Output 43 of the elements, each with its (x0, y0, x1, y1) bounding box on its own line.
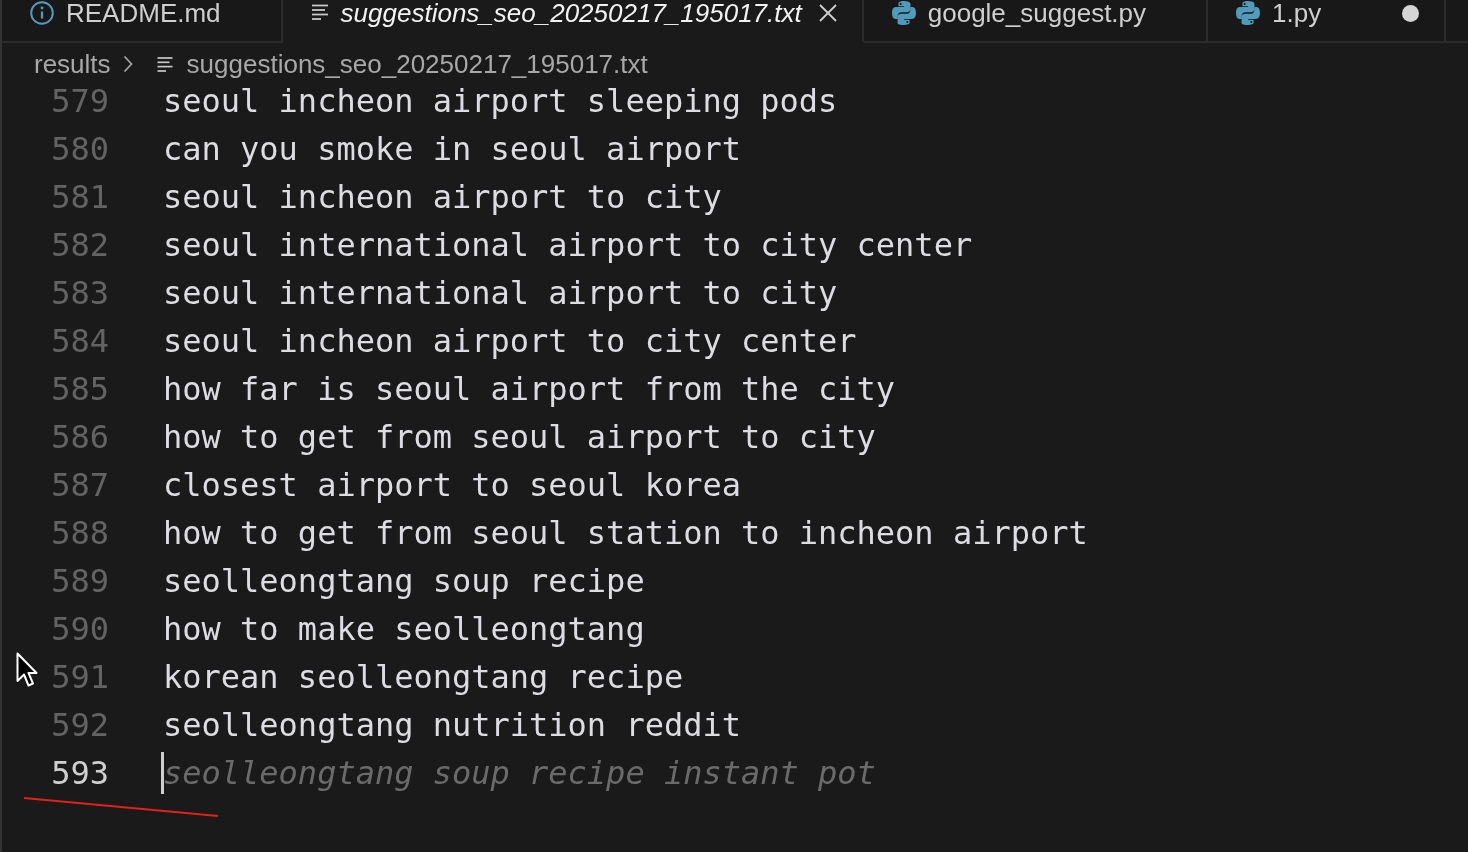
line-number: 591 (51, 658, 109, 696)
code-line: closest airport to seoul korea (163, 466, 741, 504)
code-line: seoul international airport to city center (163, 226, 973, 264)
close-icon[interactable] (818, 4, 837, 22)
line-number: 581 (51, 178, 109, 216)
python-icon (1236, 1, 1261, 25)
editor-tab[interactable]: google_suggest.py (863, 0, 1209, 43)
code-line: can you smoke in seoul airport (163, 130, 741, 168)
code-line: how to get from seoul station to incheon airport (163, 514, 1088, 552)
breadcrumb-item[interactable]: results (34, 50, 111, 78)
line-number: 586 (51, 418, 109, 456)
line-number: 590 (51, 610, 109, 648)
line-number: 580 (51, 130, 109, 168)
line-number: 588 (51, 514, 109, 552)
lines-icon (156, 56, 173, 72)
code-line: seoul incheon airport to city center (163, 322, 857, 360)
line-number: 583 (51, 274, 109, 312)
inline-suggestion-text: seolleongtang soup recipe instant pot (163, 754, 876, 792)
editor-tab[interactable]: README.md (2, 0, 283, 43)
line-number: 582 (51, 226, 109, 264)
code-line: how to make seolleongtang (163, 610, 645, 648)
code-line: how far is seoul airport from the city (163, 370, 896, 408)
line-number: 592 (51, 706, 109, 744)
breadcrumb-item[interactable]: suggestions_seo_20250217_195017.txt (156, 50, 648, 78)
line-number: 579 (51, 82, 109, 120)
line-number: 587 (51, 466, 109, 504)
code-line: seoul incheon airport sleeping pods (163, 82, 838, 120)
line-number: 585 (51, 370, 109, 408)
line-number: 589 (51, 562, 109, 600)
code-line: seolleongtang nutrition reddit (163, 706, 741, 744)
chevron-right-icon (122, 55, 133, 73)
editor-tab[interactable]: 1.py (1208, 0, 1447, 43)
code-line: korean seolleongtang recipe (163, 658, 684, 696)
info-icon (30, 1, 54, 25)
lines-icon (310, 4, 329, 20)
code-line: seoul incheon airport to city (163, 178, 722, 216)
code-line: seolleongtang soup recipe (163, 562, 645, 600)
line-number: 584 (51, 322, 109, 360)
line-number: 593 (51, 754, 109, 792)
code-line: seoul international airport to city (163, 274, 838, 312)
code-line: how to get from seoul airport to city (163, 418, 876, 456)
python-icon (891, 1, 916, 25)
mouse-pointer-icon (16, 652, 38, 688)
